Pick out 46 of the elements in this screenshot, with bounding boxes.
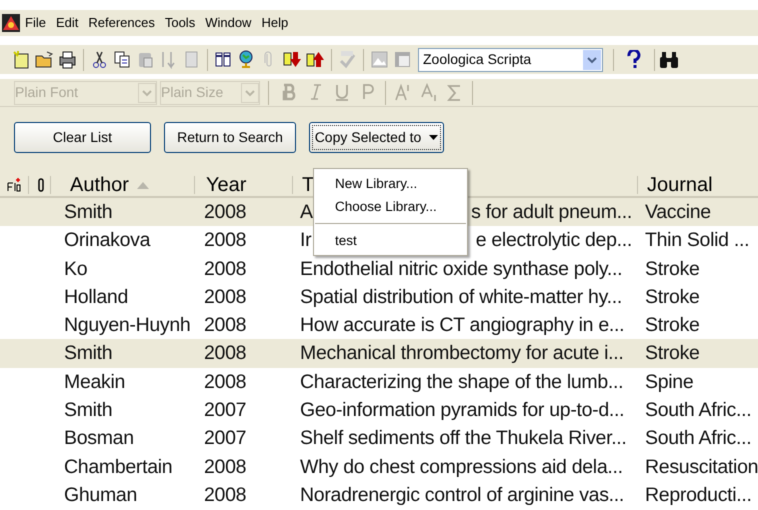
table-cell-text: Geo-information pyramids for up-to-d... — [300, 398, 624, 424]
table-cell-text: Spatial distribution of white-matter hy... — [300, 284, 622, 310]
table-cell-text: Orinakova — [64, 228, 150, 254]
table-cell-text: 2007 — [204, 426, 246, 452]
table-cell-text: Holland — [64, 284, 128, 310]
table-cell-text: Mechanical thrombectomy for acute i... — [300, 341, 624, 366]
table-cell-text: e electrolytic dep... — [476, 228, 632, 254]
table-cell-text: Ko — [64, 256, 88, 282]
table-cell-text: Endothelial nitric oxide synthase poly... — [300, 256, 622, 282]
table-cell-text: Nguyen-Huynh — [64, 313, 190, 338]
table-cell-text: Noradrenergic control of arginine vas... — [300, 482, 624, 508]
table-cell-text: Ghuman — [64, 482, 137, 508]
table-cell-text: 2008 — [204, 228, 246, 254]
table-cell-text: 2008 — [204, 341, 246, 366]
table-cell-text: 2008 — [204, 284, 246, 310]
table-cell-text: 2007 — [204, 398, 246, 424]
table-cell-text: 2008 — [204, 256, 246, 282]
table-cell-text: Stroke — [645, 341, 700, 366]
table-cell-text: Chambertain — [64, 454, 172, 480]
table-cell-text: 2008 — [204, 313, 246, 338]
table-cell-text: Why do chest compressions aid dela... — [300, 454, 623, 480]
table-cell-text: s for adult pneum... — [471, 200, 632, 225]
table-cell-text: A — [300, 200, 313, 225]
table-cell-text: South Afric... — [645, 398, 752, 424]
table-cell-text: Smith — [64, 398, 112, 424]
table-cell-text: Reproducti... — [645, 482, 752, 508]
table-cell-text: Vaccine — [645, 200, 711, 225]
table-cell-text: Stroke — [645, 284, 700, 310]
table-cell-text: Bosman — [64, 426, 134, 452]
table-cell-text: Resuscitation — [645, 454, 758, 480]
table-cell-text: 2008 — [204, 454, 246, 480]
table-cell-text: Ir — [300, 228, 312, 254]
table-cell-text: Stroke — [645, 313, 700, 338]
table-cell-text: Meakin — [64, 370, 126, 395]
table-cell-text: South Afric... — [645, 426, 752, 452]
table-cell-text: Smith — [64, 341, 112, 366]
table-cell-text: Characterizing the shape of the lumb... — [300, 370, 624, 395]
table-cell-text: Thin Solid ... — [645, 228, 750, 254]
table-cell-text: 2008 — [204, 200, 246, 225]
table-cell-text: Smith — [64, 200, 112, 225]
table-cell-text: How accurate is CT angiography in e... — [300, 313, 624, 338]
table-cell-text: Spine — [645, 370, 694, 395]
table-cell-text: Stroke — [645, 256, 700, 282]
table-cell-text: 2008 — [204, 370, 246, 395]
table-cell-text: Shelf sediments off the Thukela River... — [300, 426, 627, 452]
table-cell-text: 2008 — [204, 482, 246, 508]
